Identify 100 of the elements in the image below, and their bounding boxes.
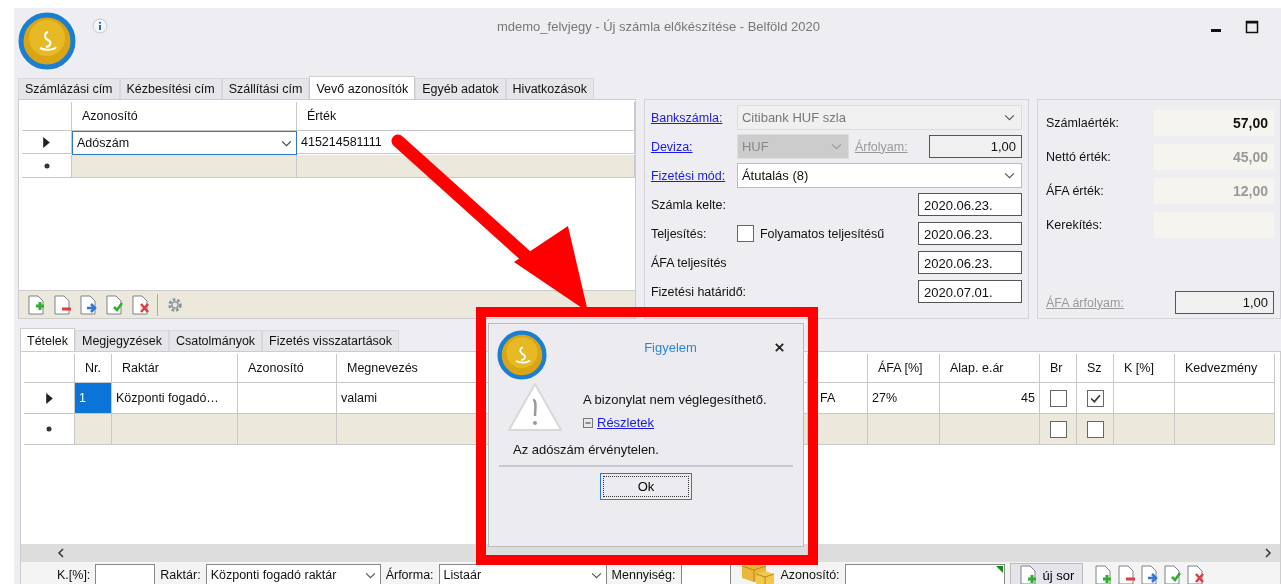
logo-icon xyxy=(18,12,76,70)
warehouse-dropdown[interactable]: Központi fogadó raktár xyxy=(205,564,381,584)
maximize-icon[interactable] xyxy=(1245,20,1259,34)
checkbox[interactable] xyxy=(1049,389,1067,407)
warning-icon xyxy=(507,382,563,434)
identifier-field[interactable] xyxy=(844,564,1005,584)
dropdown-field[interactable]: Átutalás (8) xyxy=(736,163,1022,188)
close-icon[interactable] xyxy=(774,342,785,353)
tab[interactable]: Kézbesítési cím xyxy=(119,78,222,99)
document-arrow-icon[interactable] xyxy=(1140,565,1159,584)
tab[interactable]: Vevő azonosítók xyxy=(309,76,416,99)
table-header-cell: Alap. e.ár xyxy=(940,354,1040,383)
field-link[interactable]: Deviza: xyxy=(650,139,731,154)
document-cross-icon[interactable] xyxy=(1186,565,1205,584)
table-header-cell xyxy=(24,354,75,383)
table-header-cell: Érték xyxy=(297,102,635,131)
caret-icon xyxy=(1004,172,1015,179)
total-value: 57,00 xyxy=(1154,110,1274,136)
table-cell: 415214581111 xyxy=(297,131,635,154)
document-plus-icon xyxy=(1018,565,1037,584)
table-header-cell xyxy=(22,102,72,131)
new-row-button[interactable]: új sor xyxy=(1009,563,1084,584)
tab[interactable]: Tételek xyxy=(20,328,75,351)
document-check-icon[interactable] xyxy=(1163,565,1182,584)
field-label: Számla kelte: xyxy=(650,197,727,212)
date-field[interactable]: 2020.06.23. xyxy=(918,193,1022,216)
document-minus-icon[interactable] xyxy=(1117,565,1136,584)
window-title: mdemo_felvjegy - Új számla előkészítése - Belföld 2020 xyxy=(496,19,821,34)
field-label: Teljesítés: xyxy=(650,226,708,241)
ok-button[interactable]: Ok xyxy=(600,473,692,500)
tab[interactable]: Hivatkozások xyxy=(505,78,594,99)
table-header-cell: Raktár xyxy=(112,354,238,383)
caret-icon xyxy=(1004,114,1015,121)
table-header-cell: Azonosító xyxy=(72,102,297,131)
field-link[interactable]: Fizetési mód: xyxy=(650,168,731,183)
table-header-cell: Sz xyxy=(1077,354,1114,383)
tab[interactable]: Fizetés visszatartások xyxy=(262,330,400,351)
tab[interactable]: Szállítási cím xyxy=(221,78,310,99)
tab[interactable]: Megjegyzések xyxy=(75,330,169,351)
table-cell: 1 xyxy=(75,383,112,414)
vat-rate-field[interactable]: 1,00 xyxy=(1175,291,1274,314)
table-header-cell: Nr. xyxy=(75,354,112,383)
total-value: 45,00 xyxy=(1154,144,1274,170)
document-arrow-icon[interactable] xyxy=(79,294,97,315)
total-label: ÁFA érték: xyxy=(1046,184,1104,198)
caret-icon xyxy=(830,143,842,150)
identifier-dropdown[interactable]: Adószám xyxy=(72,131,297,155)
date-field[interactable]: 2020.07.01. xyxy=(918,280,1022,303)
field-label: Árforma: xyxy=(385,568,434,582)
total-label: Számlaérték: xyxy=(1046,116,1119,130)
document-plus-icon[interactable] xyxy=(1094,565,1113,584)
field-label: Mennyiség: xyxy=(611,568,676,582)
caret-icon xyxy=(364,571,376,579)
price-type-dropdown[interactable]: Listaár xyxy=(438,564,607,584)
quantity-field[interactable] xyxy=(680,564,731,584)
checkbox-label: Folyamatos teljesítésű xyxy=(759,226,885,241)
table-cell xyxy=(75,414,112,445)
scroll-left-icon[interactable] xyxy=(57,548,65,558)
field-label: Raktár: xyxy=(160,568,201,582)
table-cell xyxy=(868,414,940,445)
table-header-cell: ÁFA [%] xyxy=(868,354,940,383)
tab[interactable]: Egyéb adatok xyxy=(415,78,506,99)
table-header-cell: Kedvezmény xyxy=(1175,354,1275,383)
checkbox[interactable] xyxy=(1049,420,1067,438)
checkbox[interactable] xyxy=(736,225,754,242)
date-field[interactable]: 2020.06.23. xyxy=(918,251,1022,274)
document-plus-icon[interactable] xyxy=(27,294,45,315)
checkbox[interactable] xyxy=(1086,389,1104,407)
row-indicator[interactable] xyxy=(22,131,72,154)
field-label: Azonosító: xyxy=(780,568,840,582)
info-icon[interactable] xyxy=(92,18,108,34)
table-header-cell: K [%] xyxy=(1114,354,1175,383)
field-label: K.[%]: xyxy=(57,568,91,582)
total-value: 12,00 xyxy=(1154,178,1274,204)
dialog-message: A bizonylat nem véglegesíthető. xyxy=(583,392,767,407)
caret-icon xyxy=(281,139,292,147)
detail-text: Az adószám érvénytelen. xyxy=(512,442,660,457)
dialog-title: Figyelem xyxy=(643,340,698,355)
tab[interactable]: Számlázási cím xyxy=(18,78,120,99)
checkbox[interactable] xyxy=(1086,420,1104,438)
caret-icon xyxy=(590,571,602,579)
table-header-cell: Br xyxy=(1040,354,1077,383)
logo-icon xyxy=(497,330,547,380)
scroll-right-icon[interactable] xyxy=(1264,548,1272,558)
details-link[interactable]: Részletek xyxy=(597,415,655,430)
total-label: Nettó érték: xyxy=(1046,150,1111,164)
rate-field[interactable]: 1,00 xyxy=(929,135,1022,158)
tab[interactable]: Csatolmányok xyxy=(168,330,263,351)
document-check-icon[interactable] xyxy=(105,294,123,315)
collapse-icon[interactable] xyxy=(583,417,593,428)
corner-mark-icon xyxy=(995,566,1003,573)
new-row-icon xyxy=(46,426,52,432)
total-label: Kerekítés: xyxy=(1046,218,1103,232)
new-row-icon xyxy=(43,163,50,169)
table-header-cell: Azonosító xyxy=(238,354,337,383)
date-field[interactable]: 2020.06.23. xyxy=(918,222,1022,245)
discount-field[interactable] xyxy=(95,564,156,584)
document-minus-icon[interactable] xyxy=(53,294,71,315)
document-cross-icon[interactable] xyxy=(131,294,149,315)
field-label: Fizetési határidő: xyxy=(650,284,747,299)
